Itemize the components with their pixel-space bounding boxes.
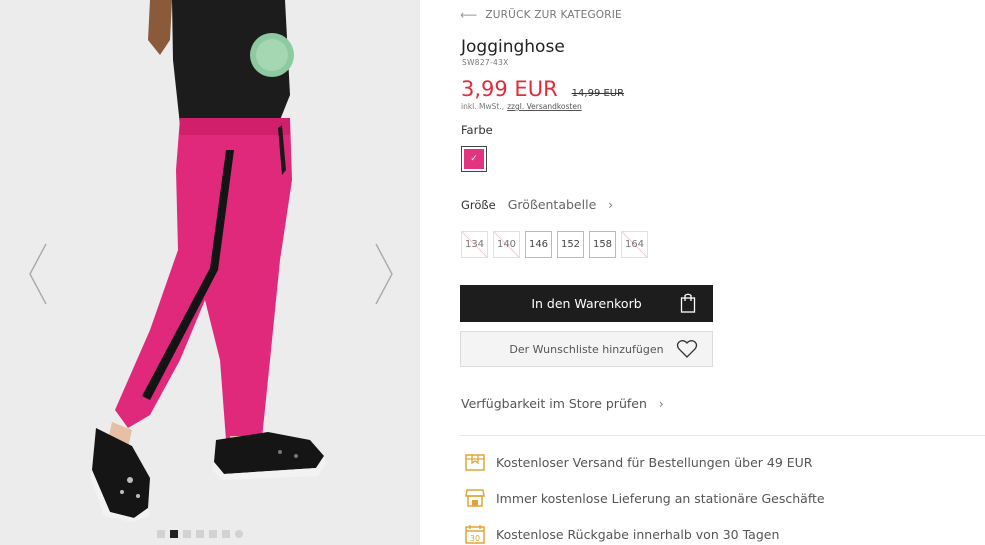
chevron-left-icon[interactable]	[26, 242, 50, 306]
feature-text: Immer kostenlose Lieferung an stationäre…	[496, 490, 825, 506]
gallery-dot[interactable]	[209, 530, 217, 538]
divider	[460, 435, 985, 436]
current-price: 3,99 EUR	[461, 77, 558, 101]
gallery-dot[interactable]	[196, 530, 204, 538]
color-swatch-pink[interactable]: ✓	[461, 146, 487, 172]
tax-note: inkl. MwSt., zzgl. Versandkosten	[461, 102, 582, 111]
heart-icon	[676, 340, 698, 358]
color-swatch-fill: ✓	[464, 149, 484, 169]
gallery-dot[interactable]	[170, 530, 178, 538]
old-price: 14,99 EUR	[571, 88, 625, 99]
size-option[interactable]: 140	[493, 231, 520, 258]
size-option[interactable]: 152	[557, 231, 584, 258]
gallery-dot[interactable]	[222, 530, 230, 538]
size-chart-label: Größentabelle	[507, 197, 597, 212]
chevron-right-icon: ›	[608, 197, 614, 212]
shopping-bag-icon	[680, 293, 696, 313]
feature-free-shipping: Kostenloser Versand für Bestellungen übe…	[464, 452, 813, 472]
size-option[interactable]: 158	[589, 231, 616, 258]
chevron-right-icon[interactable]	[372, 242, 396, 306]
add-to-wishlist-label: Der Wunschliste hinzufügen	[509, 342, 664, 356]
store-availability-label: Verfügbarkeit im Store prüfen	[461, 396, 647, 411]
shipping-costs-link[interactable]: zzgl. Versandkosten	[507, 102, 582, 111]
add-to-cart-label: In den Warenkorb	[531, 296, 642, 311]
product-sku: SW827-43X	[462, 58, 509, 67]
truck-icon	[465, 454, 485, 471]
size-option[interactable]: 164	[621, 231, 648, 258]
feature-free-returns: 30 Kostenlose Rückgabe innerhalb von 30 …	[464, 523, 779, 545]
store-icon	[465, 489, 485, 507]
price-row: 3,99 EUR 14,99 EUR	[461, 77, 624, 101]
arrow-left-icon: ⟵	[460, 8, 478, 22]
product-photo	[0, 0, 420, 545]
back-to-category-label: ZURÜCK ZUR KATEGORIE	[485, 9, 622, 21]
size-options: 134 140 146 152 158 164	[461, 231, 648, 258]
check-icon: ✓	[470, 154, 478, 164]
feature-store-delivery: Immer kostenlose Lieferung an stationäre…	[464, 488, 825, 508]
size-label: Größe	[461, 197, 496, 212]
product-details: ⟵ ZURÜCK ZUR KATEGORIE Jogginghose SW827…	[460, 0, 985, 545]
gallery-dot[interactable]	[235, 530, 243, 538]
size-chart-link[interactable]: Größentabelle ›	[508, 197, 613, 212]
back-to-category-link[interactable]: ⟵ ZURÜCK ZUR KATEGORIE	[460, 8, 622, 22]
calendar-30-icon: 30	[465, 525, 485, 544]
add-to-wishlist-button[interactable]: Der Wunschliste hinzufügen	[460, 331, 713, 367]
feature-text: Kostenloser Versand für Bestellungen übe…	[496, 454, 813, 470]
feature-text: Kostenlose Rückgabe innerhalb von 30 Tag…	[496, 526, 780, 542]
add-to-cart-button[interactable]: In den Warenkorb	[460, 285, 713, 322]
gallery-pagination-dots	[157, 530, 243, 538]
product-title: Jogginghose	[461, 37, 565, 57]
gallery-dot[interactable]	[157, 530, 165, 538]
product-image-gallery	[0, 0, 420, 545]
color-label: Farbe	[461, 123, 493, 137]
tax-note-text: inkl. MwSt.,	[461, 102, 505, 111]
size-option[interactable]: 146	[525, 231, 552, 258]
size-option[interactable]: 134	[461, 231, 488, 258]
store-availability-link[interactable]: Verfügbarkeit im Store prüfen ›	[461, 396, 664, 411]
svg-text:30: 30	[470, 534, 480, 543]
size-row: Größe Größentabelle ›	[461, 197, 613, 212]
gallery-dot[interactable]	[183, 530, 191, 538]
chevron-right-icon: ›	[658, 396, 664, 411]
